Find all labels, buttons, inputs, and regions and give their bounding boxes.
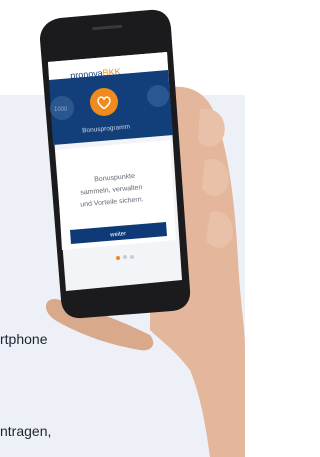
phone: pronovaBKK 1000 Bonusprogramm Bonuspunkt… (40, 9, 191, 319)
caption-line-1: rtphone (0, 331, 48, 347)
page-dot (130, 255, 134, 259)
page-dot (123, 255, 127, 259)
badge-left-value: 1000 (54, 107, 68, 113)
heart-badge (90, 88, 118, 116)
badge-right (147, 85, 169, 107)
phone-in-hand-illustration: pronovaBKK 1000 Bonusprogramm Bonuspunkt… (40, 9, 245, 457)
caption-line-2: ntragen, (0, 423, 52, 439)
page-dot-active (116, 256, 120, 260)
